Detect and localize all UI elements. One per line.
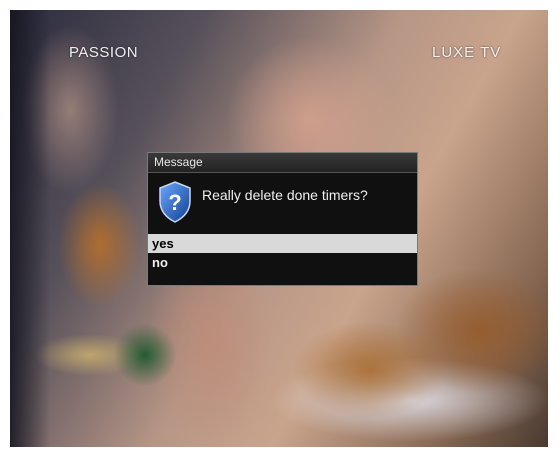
question-shield-icon: ? xyxy=(159,181,191,223)
message-dialog: Message ? Really delete done timers? yes… xyxy=(147,152,418,286)
option-no[interactable]: no xyxy=(148,253,417,272)
dialog-body: ? Really delete done timers? xyxy=(148,173,417,234)
channel-logo-left: PASSION xyxy=(69,44,139,61)
channel-logo-right: LUXE TV xyxy=(432,44,502,61)
dialog-message: Really delete done timers? xyxy=(202,187,368,203)
dialog-title: Message xyxy=(148,153,417,173)
option-yes[interactable]: yes xyxy=(148,234,417,253)
svg-text:?: ? xyxy=(168,190,181,215)
